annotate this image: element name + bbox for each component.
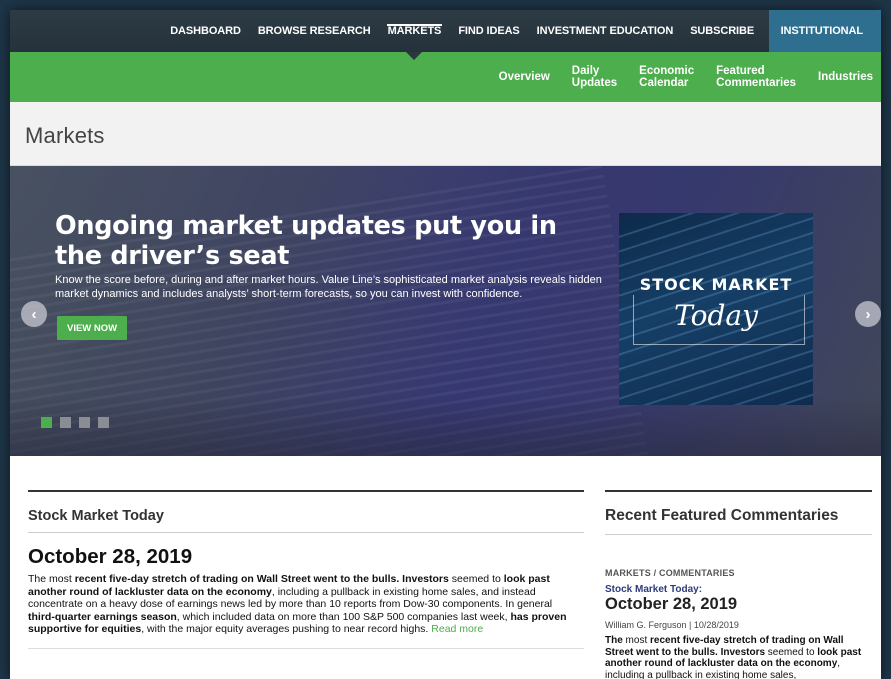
read-more-link[interactable]: Read more — [431, 623, 483, 635]
nav-dashboard[interactable]: DASHBOARD — [162, 10, 250, 52]
carousel-indicators — [41, 417, 109, 428]
recent-commentaries-sidebar: Recent Featured Commentaries MARKETS / C… — [605, 490, 872, 679]
article-date: October 28, 2019 — [28, 545, 193, 568]
carousel-dot-1[interactable] — [41, 417, 52, 428]
subnav-industries[interactable]: Industries — [807, 71, 881, 83]
subnav-economic-calendar[interactable]: Economic Calendar — [628, 65, 705, 89]
promo-title-line2: Today — [674, 299, 758, 332]
promo-title-line1: STOCK MARKET — [639, 275, 793, 294]
nav-institutional[interactable]: INSTITUTIONAL — [768, 10, 881, 52]
hero-carousel: Ongoing market updates put you in the dr… — [10, 166, 881, 456]
section-rule — [605, 490, 872, 492]
nav-markets[interactable]: MARKETS — [379, 10, 450, 60]
hero-headline: Ongoing market updates put you in the dr… — [55, 211, 557, 271]
subnav-daily-updates[interactable]: Daily Updates — [561, 65, 628, 89]
subnav-featured-commentaries[interactable]: Featured Commentaries — [705, 65, 807, 89]
section-divider — [28, 647, 584, 649]
nav-find-ideas[interactable]: FIND IDEAS — [450, 10, 528, 52]
stock-market-today-heading: Stock Market Today — [28, 508, 584, 533]
carousel-dot-4[interactable] — [98, 417, 109, 428]
commentary-title[interactable]: October 28, 2019 — [605, 595, 872, 614]
top-navigation: DASHBOARD BROWSE RESEARCH MARKETS FIND I… — [10, 10, 881, 60]
commentary-subhead[interactable]: Stock Market Today: — [605, 584, 872, 595]
nav-subscribe[interactable]: SUBSCRIBE — [682, 10, 763, 52]
page-title-bar: Markets — [10, 102, 881, 166]
section-rule — [28, 490, 584, 492]
carousel-dot-3[interactable] — [79, 417, 90, 428]
sub-navigation: Overview Daily Updates Economic Calendar… — [10, 52, 881, 102]
commentary-byline: William G. Ferguson | 10/28/2019 — [605, 620, 739, 630]
stock-market-today-section: Stock Market Today October 28, 2019 The … — [28, 490, 584, 649]
stock-market-today-promo-image[interactable]: STOCK MARKET Today — [619, 213, 813, 405]
commentary-summary: The most recent five-day stretch of trad… — [605, 635, 862, 679]
recent-commentaries-heading: Recent Featured Commentaries — [605, 507, 872, 535]
carousel-dot-2[interactable] — [60, 417, 71, 428]
commentary-category[interactable]: MARKETS / COMMENTARIES — [605, 568, 872, 578]
nav-browse-research[interactable]: BROWSE RESEARCH — [249, 10, 379, 52]
page-title: Markets — [25, 123, 105, 148]
hero-body: Know the score before, during and after … — [55, 274, 602, 300]
article-summary: The most recent five-day stretch of trad… — [28, 573, 567, 635]
view-now-button[interactable]: VIEW NOW — [57, 316, 128, 340]
carousel-prev-icon[interactable]: ‹ — [21, 301, 47, 327]
carousel-next-icon[interactable]: › — [855, 301, 881, 327]
browser-frame: DASHBOARD BROWSE RESEARCH MARKETS FIND I… — [10, 10, 881, 679]
nav-investment-education[interactable]: INVESTMENT EDUCATION — [528, 10, 682, 52]
subnav-overview[interactable]: Overview — [488, 71, 561, 83]
